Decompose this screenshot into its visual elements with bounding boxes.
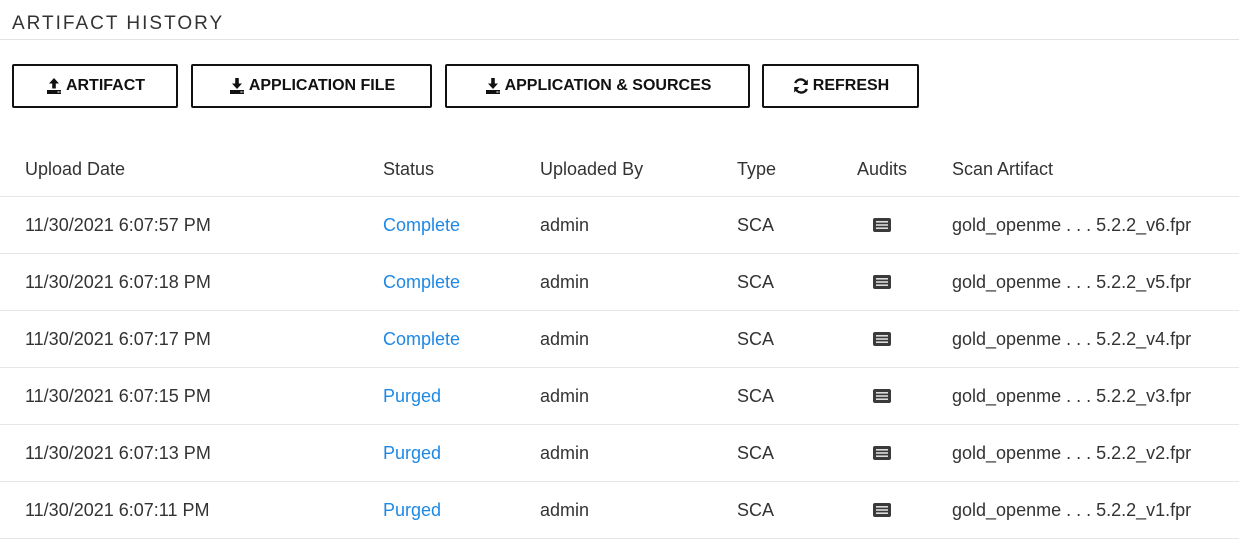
table-row: 11/30/2021 6:07:13 PM Purged admin SCA g… (0, 425, 1239, 482)
scan-artifact-cell: gold_openme . . . 5.2.2_v5.fpr (952, 271, 1192, 292)
audit-list-icon[interactable] (872, 217, 892, 233)
refresh-label: REFRESH (812, 77, 890, 94)
type-cell: SCA (737, 214, 775, 235)
download-application-sources-label: APPLICATION & SOURCES (504, 77, 712, 94)
artifact-table: Upload Date Status Uploaded By Type Audi… (0, 143, 1239, 539)
section-title: ARTIFACT HISTORY (12, 13, 225, 34)
audit-list-icon[interactable] (872, 274, 892, 290)
table-row: 11/30/2021 6:07:11 PM Purged admin SCA g… (0, 482, 1239, 539)
uploaded-by-cell: admin (540, 385, 590, 406)
status-link[interactable]: Complete (383, 272, 460, 293)
upload-date-cell: 11/30/2021 6:07:17 PM (25, 328, 211, 349)
download-application-file-label: APPLICATION FILE (248, 77, 396, 94)
scan-artifact-cell: gold_openme . . . 5.2.2_v3.fpr (952, 385, 1192, 406)
status-link[interactable]: Complete (383, 329, 460, 350)
audit-list-icon[interactable] (872, 445, 892, 461)
upload-date-cell: 11/30/2021 6:07:11 PM (25, 499, 210, 520)
table-row: 11/30/2021 6:07:17 PM Complete admin SCA… (0, 311, 1239, 368)
uploaded-by-cell: admin (540, 214, 590, 235)
uploaded-by-cell: admin (540, 499, 590, 520)
column-header-scan-artifact[interactable]: Scan Artifact (952, 143, 1053, 196)
refresh-button[interactable]: REFRESH (762, 64, 919, 108)
download-icon (484, 77, 502, 95)
table-header-row: Upload Date Status Uploaded By Type Audi… (0, 143, 1239, 197)
status-link[interactable]: Purged (383, 500, 441, 521)
upload-date-cell: 11/30/2021 6:07:15 PM (25, 385, 211, 406)
column-header-upload-date[interactable]: Upload Date (25, 143, 125, 196)
column-header-type[interactable]: Type (737, 143, 776, 196)
audit-list-icon[interactable] (872, 331, 892, 347)
scan-artifact-cell: gold_openme . . . 5.2.2_v1.fpr (952, 499, 1192, 520)
refresh-icon (792, 77, 810, 95)
table-row: 11/30/2021 6:07:15 PM Purged admin SCA g… (0, 368, 1239, 425)
uploaded-by-cell: admin (540, 328, 590, 349)
type-cell: SCA (737, 499, 775, 520)
upload-date-cell: 11/30/2021 6:07:13 PM (25, 442, 211, 463)
status-link[interactable]: Complete (383, 215, 460, 236)
download-application-sources-button[interactable]: APPLICATION & SOURCES (445, 64, 750, 108)
type-cell: SCA (737, 385, 775, 406)
scan-artifact-cell: gold_openme . . . 5.2.2_v6.fpr (952, 214, 1192, 235)
upload-icon (45, 77, 63, 95)
uploaded-by-cell: admin (540, 442, 590, 463)
download-icon (228, 77, 246, 95)
upload-artifact-button[interactable]: ARTIFACT (12, 64, 178, 108)
status-link[interactable]: Purged (383, 386, 441, 407)
upload-date-cell: 11/30/2021 6:07:57 PM (25, 214, 211, 235)
scan-artifact-cell: gold_openme . . . 5.2.2_v2.fpr (952, 442, 1192, 463)
audit-list-icon[interactable] (872, 502, 892, 518)
column-header-uploaded-by[interactable]: Uploaded By (540, 143, 643, 196)
type-cell: SCA (737, 328, 775, 349)
type-cell: SCA (737, 442, 775, 463)
uploaded-by-cell: admin (540, 271, 590, 292)
column-header-audits[interactable]: Audits (854, 143, 910, 196)
upload-date-cell: 11/30/2021 6:07:18 PM (25, 271, 211, 292)
scan-artifact-cell: gold_openme . . . 5.2.2_v4.fpr (952, 328, 1192, 349)
status-link[interactable]: Purged (383, 443, 441, 464)
type-cell: SCA (737, 271, 775, 292)
upload-artifact-label: ARTIFACT (65, 77, 146, 94)
table-row: 11/30/2021 6:07:18 PM Complete admin SCA… (0, 254, 1239, 311)
column-header-status[interactable]: Status (383, 143, 434, 196)
audit-list-icon[interactable] (872, 388, 892, 404)
table-row: 11/30/2021 6:07:57 PM Complete admin SCA… (0, 197, 1239, 254)
section-header: ARTIFACT HISTORY (0, 0, 1239, 40)
download-application-file-button[interactable]: APPLICATION FILE (191, 64, 432, 108)
